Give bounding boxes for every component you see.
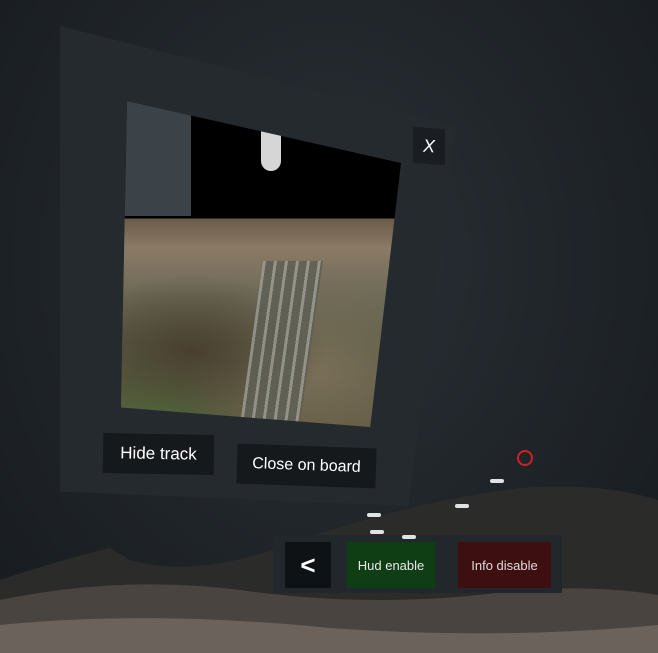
close-on-board-button[interactable]: Close on board (236, 443, 377, 489)
airplane-icon[interactable] (370, 530, 384, 534)
airplane-icon[interactable] (455, 504, 469, 508)
hide-track-label: Hide track (120, 443, 197, 464)
airplane-icon[interactable] (402, 535, 416, 539)
back-button[interactable]: < (285, 542, 331, 588)
sky-strip (121, 101, 191, 216)
info-disable-label: Info disable (471, 557, 538, 573)
close-on-board-label: Close on board (251, 455, 362, 476)
back-chevron-icon: < (300, 549, 316, 580)
hud-enable-button[interactable]: Hud enable (347, 542, 435, 588)
airplane-icon[interactable] (367, 513, 381, 517)
close-icon: X (422, 135, 435, 156)
aircraft-nose (261, 131, 281, 171)
target-icon[interactable] (517, 450, 533, 466)
airplane-icon[interactable] (490, 479, 504, 483)
hud-enable-label: Hud enable (357, 557, 425, 573)
info-disable-button[interactable]: Info disable (458, 542, 551, 588)
close-panel-button[interactable]: X (413, 126, 445, 166)
vr-scene: X Hide track Close on board < Hud enable… (0, 0, 658, 653)
hide-track-button[interactable]: Hide track (102, 433, 215, 475)
